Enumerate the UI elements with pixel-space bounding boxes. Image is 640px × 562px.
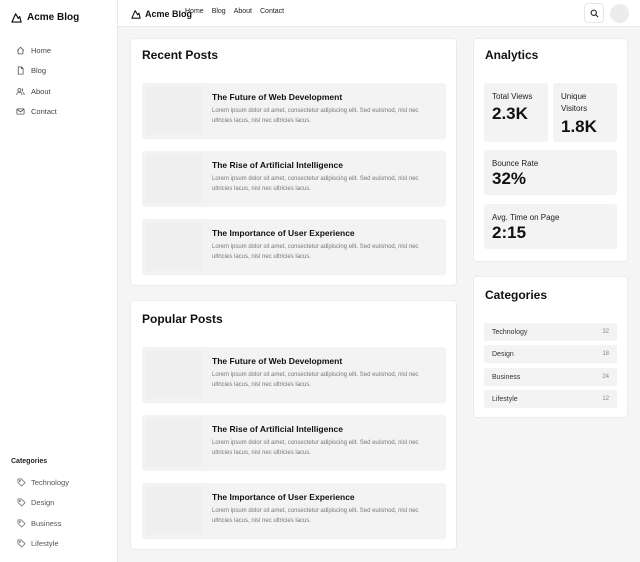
post-item[interactable]: The Future of Web Development Lorem ipsu… — [142, 83, 446, 139]
sidebar-category-label: Lifestyle — [31, 539, 59, 549]
stat-value: 2.3K — [492, 104, 528, 123]
post-title: The Rise of Artificial Intelligence — [212, 160, 343, 170]
sidebar-categories: Technology Design Business Lifestyle — [17, 472, 113, 554]
recent-posts-card: Recent Posts The Future of Web Developme… — [130, 38, 457, 286]
post-thumbnail — [146, 155, 202, 203]
sidebar-category-design[interactable]: Design — [17, 493, 113, 514]
sidebar: Acme Blog Home Blog About Contact Catego… — [0, 0, 118, 562]
post-item[interactable]: The Rise of Artificial Intelligence Lore… — [142, 415, 446, 471]
users-icon — [16, 87, 25, 95]
popular-posts-title: Popular Posts — [142, 312, 223, 326]
post-item[interactable]: The Future of Web Development Lorem ipsu… — [142, 347, 446, 403]
sidebar-item-blog[interactable]: Blog — [16, 61, 112, 82]
post-thumbnail — [146, 351, 202, 399]
post-title: The Future of Web Development — [212, 356, 343, 366]
top-nav: Home Blog About Contact — [185, 8, 284, 15]
sidebar-item-label: Contact — [31, 107, 57, 117]
post-thumbnail — [146, 223, 202, 271]
sidebar-item-contact[interactable]: Contact — [16, 102, 112, 123]
mail-icon — [16, 108, 25, 115]
top-nav-contact[interactable]: Contact — [260, 8, 284, 15]
avatar[interactable] — [610, 4, 629, 23]
sidebar-brand-name: Acme Blog — [27, 11, 80, 23]
post-thumbnail — [146, 87, 202, 135]
category-count: 18 — [602, 351, 609, 357]
stat-label: Unique Visitors — [561, 92, 588, 113]
post-thumbnail — [146, 487, 202, 535]
topbar: Acme Blog Home Blog About Contact — [118, 0, 640, 27]
post-title: The Future of Web Development — [212, 92, 343, 102]
analytics-title: Analytics — [485, 48, 539, 62]
category-name: Lifestyle — [492, 395, 518, 403]
topbar-brand[interactable]: Acme Blog — [131, 7, 192, 20]
sidebar-brand[interactable]: Acme Blog — [11, 10, 79, 24]
total-views-stat: Total Views 2.3K — [484, 83, 548, 142]
category-count: 12 — [602, 396, 609, 402]
avg-time-stat: Avg. Time on Page 2:15 — [484, 204, 617, 249]
sidebar-category-lifestyle[interactable]: Lifestyle — [17, 534, 113, 555]
bounce-rate-stat: Bounce Rate 32% — [484, 150, 617, 195]
analytics-card: Analytics Total Views 2.3K Unique Visito… — [473, 38, 628, 262]
post-excerpt: Lorem ipsum dolor sit amet, consectetur … — [212, 244, 419, 260]
category-row-design[interactable]: Design 18 — [484, 345, 617, 363]
tag-icon — [17, 519, 26, 528]
search-button[interactable] — [584, 3, 604, 23]
stat-value: 1.8K — [561, 117, 597, 136]
home-icon — [16, 46, 25, 55]
category-name: Technology — [492, 328, 528, 336]
stat-value: 2:15 — [492, 223, 527, 242]
unique-visitors-stat: Unique Visitors 1.8K — [553, 83, 617, 142]
category-count: 32 — [602, 329, 609, 335]
sidebar-item-label: Home — [31, 45, 52, 55]
category-row-lifestyle[interactable]: Lifestyle 12 — [484, 390, 617, 408]
search-icon — [590, 9, 598, 17]
category-row-business[interactable]: Business 24 — [484, 368, 617, 386]
post-title: The Importance of User Experience — [212, 228, 355, 238]
recent-posts-title: Recent Posts — [142, 48, 219, 62]
sidebar-category-business[interactable]: Business — [17, 513, 113, 534]
post-excerpt: Lorem ipsum dolor sit amet, consectetur … — [212, 508, 419, 524]
post-excerpt: Lorem ipsum dolor sit amet, consectetur … — [212, 440, 419, 456]
post-title: The Importance of User Experience — [212, 492, 355, 502]
post-item[interactable]: The Importance of User Experience Lorem … — [142, 483, 446, 539]
sidebar-item-about[interactable]: About — [16, 81, 112, 102]
sidebar-item-label: Blog — [31, 66, 47, 76]
category-name: Business — [492, 373, 521, 381]
top-nav-about[interactable]: About — [234, 8, 252, 15]
post-title: The Rise of Artificial Intelligence — [212, 424, 343, 434]
sidebar-category-label: Business — [31, 518, 62, 528]
post-item[interactable]: The Rise of Artificial Intelligence Lore… — [142, 151, 446, 207]
mountain-logo-icon — [11, 12, 22, 23]
tag-icon — [17, 478, 26, 487]
tag-icon — [17, 539, 26, 548]
category-name: Design — [492, 350, 514, 358]
popular-posts-card: Popular Posts The Future of Web Developm… — [130, 300, 457, 550]
sidebar-category-label: Technology — [31, 477, 69, 487]
document-icon — [17, 66, 24, 75]
top-nav-home[interactable]: Home — [185, 8, 204, 15]
sidebar-nav: Home Blog About Contact — [16, 40, 112, 122]
stat-label: Total Views — [492, 92, 533, 101]
post-excerpt: Lorem ipsum dolor sit amet, consectetur … — [212, 372, 419, 388]
sidebar-category-technology[interactable]: Technology — [17, 472, 113, 493]
sidebar-category-label: Design — [31, 498, 55, 508]
categories-title: Categories — [485, 288, 548, 302]
tag-icon — [17, 498, 26, 507]
mountain-logo-icon — [131, 9, 141, 19]
categories-card: Categories Technology 32 Design 18 Busin… — [473, 276, 628, 418]
category-row-technology[interactable]: Technology 32 — [484, 323, 617, 341]
sidebar-item-home[interactable]: Home — [16, 40, 112, 61]
top-nav-blog[interactable]: Blog — [212, 8, 226, 15]
category-count: 24 — [602, 374, 609, 380]
post-item[interactable]: The Importance of User Experience Lorem … — [142, 219, 446, 275]
sidebar-categories-heading: Categories — [11, 458, 48, 465]
post-thumbnail — [146, 419, 202, 467]
post-excerpt: Lorem ipsum dolor sit amet, consectetur … — [212, 108, 419, 124]
stat-value: 32% — [492, 169, 527, 188]
post-excerpt: Lorem ipsum dolor sit amet, consectetur … — [212, 176, 419, 192]
sidebar-item-label: About — [31, 86, 51, 96]
